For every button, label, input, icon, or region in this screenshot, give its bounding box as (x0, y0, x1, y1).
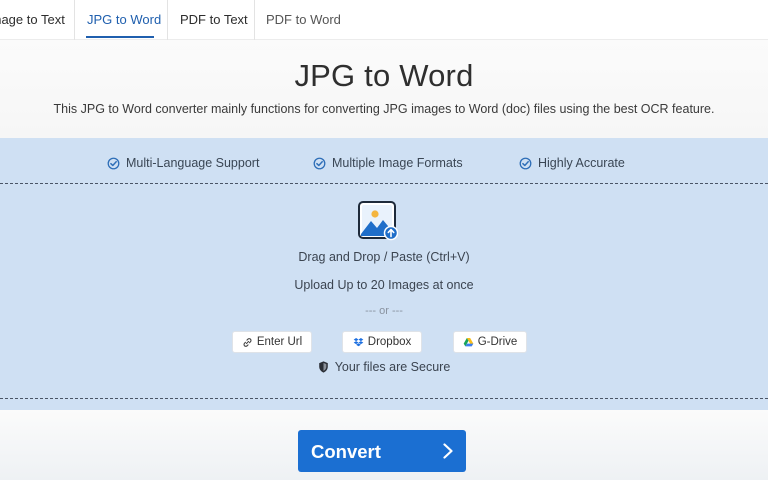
dropzone-border-top (0, 183, 768, 184)
features-row: Multi-Language Support Multiple Image Fo… (0, 138, 768, 182)
secure-text: Your files are Secure (334, 360, 451, 374)
feature-label: Multi-Language Support (126, 156, 260, 170)
check-badge-icon (313, 157, 326, 169)
link-icon (243, 337, 252, 347)
gdrive-button[interactable]: G-Drive (453, 331, 527, 353)
feature-label: Highly Accurate (538, 156, 625, 170)
check-badge-icon (107, 157, 120, 169)
feature-item: Multiple Image Formats (313, 156, 463, 170)
image-upload-icon[interactable] (358, 201, 398, 241)
dropbox-button[interactable]: Dropbox (342, 331, 422, 353)
dropzone-border-bottom (0, 398, 768, 399)
feature-item: Multi-Language Support (107, 156, 259, 170)
or-divider-text: --- or --- (365, 305, 403, 317)
tab-pdf-to-word[interactable]: PDF to Word (266, 0, 341, 40)
convert-button[interactable]: Convert (298, 430, 466, 472)
tab-pdf-to-text[interactable]: PDF to Text (180, 0, 248, 40)
chevron-right-icon (443, 443, 453, 459)
tab-divider (167, 0, 168, 40)
dropbox-label: Dropbox (367, 336, 412, 348)
tab-image-to-text[interactable]: Image to Text (0, 0, 65, 40)
shield-icon (318, 361, 328, 373)
feature-label: Multiple Image Formats (332, 156, 463, 170)
enter-url-label: Enter Url (256, 336, 303, 348)
tab-bar: Image to Text JPG to Word PDF to Text PD… (0, 0, 768, 40)
tab-divider (74, 0, 75, 40)
check-badge-icon (519, 157, 532, 169)
drag-drop-text: Drag and Drop / Paste (Ctrl+V) (298, 250, 470, 264)
google-drive-icon (463, 337, 473, 346)
dropbox-icon (353, 337, 364, 346)
upload-limit-text: Upload Up to 20 Images at once (294, 278, 474, 292)
convert-label: Convert (311, 441, 381, 462)
page-subtitle: This JPG to Word converter mainly functi… (53, 102, 715, 116)
page-title: JPG to Word (294, 58, 474, 93)
active-tab-indicator (86, 36, 154, 38)
security-note: Your files are Secure (0, 360, 768, 374)
gdrive-label: G-Drive (477, 336, 518, 348)
enter-url-button[interactable]: Enter Url (232, 331, 312, 353)
feature-item: Highly Accurate (519, 156, 625, 170)
tab-divider (254, 0, 255, 40)
tab-jpg-to-word[interactable]: JPG to Word (87, 0, 161, 40)
